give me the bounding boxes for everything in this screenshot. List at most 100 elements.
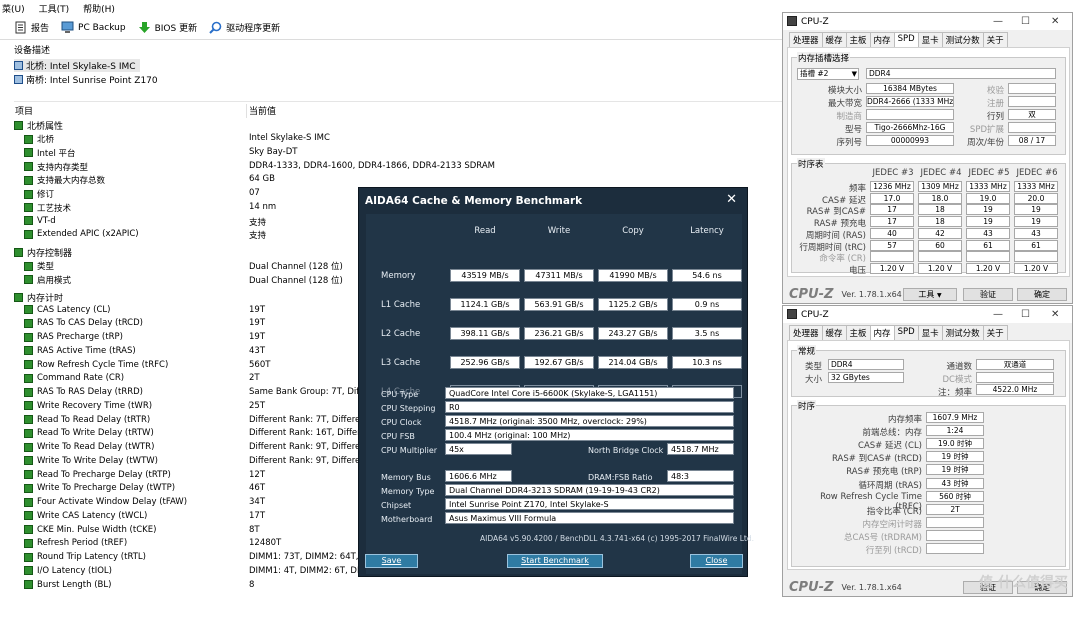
property-row[interactable]: 工艺技术	[24, 202, 71, 214]
property-row[interactable]: 北桥	[24, 133, 54, 145]
tab-cpu[interactable]: 处理器	[789, 325, 823, 340]
property-row[interactable]: RAS Active Time (tRAS)	[24, 346, 136, 356]
tab-bench[interactable]: 测试分数	[941, 325, 984, 340]
property-value: 17T	[249, 510, 266, 521]
tab-cpu[interactable]: 处理器	[789, 32, 823, 47]
property-icon	[24, 373, 33, 383]
property-row[interactable]: 支持内存类型	[24, 161, 88, 173]
property-row[interactable]: Read To Write Delay (tRTW)	[24, 428, 154, 438]
property-row[interactable]: Round Trip Latency (tRTL)	[24, 552, 146, 562]
cpu-clock-label: CPU Clock	[381, 418, 422, 427]
serial-label: 序列号	[836, 138, 862, 148]
minimize-icon[interactable]: —	[993, 309, 1003, 320]
minimize-icon[interactable]: —	[993, 16, 1003, 27]
property-row[interactable]: Write To Precharge Delay (tWTP)	[24, 483, 175, 493]
validate-button[interactable]: 验证	[963, 288, 1013, 301]
mem-timing-value: 19 时钟	[926, 451, 984, 463]
tab-mainboard[interactable]: 主板	[845, 325, 871, 340]
property-row[interactable]: RAS To CAS Delay (tRCD)	[24, 318, 143, 328]
tab-memory[interactable]: 内存	[869, 325, 895, 340]
max-bandwidth-value: DDR4-2666 (1333 MHz)	[866, 96, 954, 107]
property-row[interactable]: Read To Read Delay (tRTR)	[24, 415, 150, 425]
group-nb[interactable]: 北桥属性	[14, 119, 63, 132]
maximize-icon[interactable]: ☐	[1021, 309, 1030, 320]
save-button[interactable]: Save	[365, 554, 418, 568]
timing-cell: 1309 MHz	[918, 181, 962, 192]
property-icon	[24, 580, 33, 589]
checksum-label: 校验	[986, 86, 1004, 96]
chip-icon	[14, 61, 23, 70]
chevron-down-icon: ▼	[851, 70, 857, 78]
menu-tools[interactable]: 工具(T)	[39, 2, 70, 15]
property-row[interactable]: Write CAS Latency (tWCL)	[24, 511, 147, 521]
property-value: 64 GB	[249, 174, 275, 185]
property-row[interactable]: Command Rate (CR)	[24, 373, 124, 383]
report-button[interactable]: 报告	[14, 21, 49, 34]
bench-value-box: 1125.2 GB/s	[598, 298, 668, 311]
bios-update-button[interactable]: BIOS 更新	[138, 21, 197, 34]
start-benchmark-button[interactable]: Start Benchmark	[507, 554, 603, 568]
timing-cell: 1236 MHz	[870, 181, 914, 192]
property-row[interactable]: Burst Length (BL)	[24, 580, 111, 590]
property-row[interactable]: Write To Read Delay (tWTR)	[24, 442, 154, 452]
property-row[interactable]: CKE Min. Pulse Width (tCKE)	[24, 525, 156, 535]
cpuz-tab-body: 内存插槽选择 插槽 #2 ▼ DDR4 模块大小 16384 MBytes 校验 …	[787, 47, 1070, 277]
tools-button[interactable]: 工具 ▼	[903, 288, 957, 301]
property-row[interactable]: 启用模式	[24, 274, 71, 286]
close-icon[interactable]: ✕	[1051, 309, 1059, 320]
driver-update-button[interactable]: 驱动程序更新	[209, 21, 280, 34]
driver-update-label: 驱动程序更新	[226, 24, 281, 34]
tab-mainboard[interactable]: 主板	[845, 32, 871, 47]
property-row[interactable]: Refresh Period (tREF)	[24, 538, 127, 548]
property-value: 43T	[249, 345, 266, 356]
property-name: Write To Precharge Delay (tWTP)	[37, 483, 176, 494]
motherboard-value: Asus Maximus VIII Formula	[445, 512, 734, 524]
group-mc[interactable]: 内存控制器	[14, 246, 72, 259]
property-row[interactable]: 支持最大内存总数	[24, 174, 105, 186]
tab-memory[interactable]: 内存	[869, 32, 895, 47]
group-mt[interactable]: 内存计时	[14, 291, 63, 304]
timing-cell: 40	[870, 227, 914, 239]
property-row[interactable]: I/O Latency (tIOL)	[24, 566, 112, 576]
column-item[interactable]: 项目	[15, 104, 33, 117]
slot-select[interactable]: 插槽 #2 ▼	[797, 68, 859, 80]
bench-value-box: 3.5 ns	[672, 327, 742, 340]
close-icon[interactable]: ✕	[726, 192, 737, 207]
property-row[interactable]: 类型	[24, 260, 54, 272]
property-row[interactable]: Write To Write Delay (tWTW)	[24, 456, 158, 466]
column-value[interactable]: 当前值	[246, 104, 276, 118]
pc-backup-button[interactable]: PC Backup	[61, 21, 126, 34]
property-row[interactable]: CAS Latency (CL)	[24, 305, 110, 315]
mem-timing-value: 2T	[926, 503, 984, 515]
property-row[interactable]: Intel 平台	[24, 147, 76, 159]
property-row[interactable]: Row Refresh Cycle Time (tRFC)	[24, 360, 168, 370]
property-row[interactable]: Read To Precharge Delay (tRTP)	[24, 470, 171, 480]
maximize-icon[interactable]: ☐	[1021, 16, 1030, 27]
tab-graphics[interactable]: 显卡	[917, 325, 943, 340]
tab-spd[interactable]: SPD	[893, 32, 919, 47]
property-row[interactable]: Write Recovery Time (tWR)	[24, 401, 152, 411]
tab-cache[interactable]: 缓存	[821, 32, 847, 47]
tab-about[interactable]: 关于	[982, 325, 1008, 340]
menu-help[interactable]: 帮助(H)	[83, 2, 115, 15]
property-row[interactable]: 修订	[24, 188, 54, 200]
menu-view[interactable]: 菜(U)	[2, 2, 25, 15]
property-row[interactable]: Extended APIC (x2APIC)	[24, 229, 139, 239]
tab-graphics[interactable]: 显卡	[917, 32, 943, 47]
tab-bench[interactable]: 测试分数	[941, 32, 984, 47]
module-size-label: 模块大小	[827, 86, 862, 96]
device-southbridge[interactable]: 南桥: Intel Sunrise Point Z170	[14, 73, 158, 86]
property-name: 类型	[37, 262, 55, 272]
property-row[interactable]: RAS To RAS Delay (tRRD)	[24, 387, 143, 397]
close-button[interactable]: Close	[690, 554, 743, 568]
device-northbridge[interactable]: 北桥: Intel Skylake-S IMC	[14, 59, 140, 72]
tab-about[interactable]: 关于	[982, 32, 1008, 47]
property-value: 8	[249, 579, 255, 590]
property-row[interactable]: VT-d	[24, 216, 56, 226]
tab-cache[interactable]: 缓存	[821, 325, 847, 340]
property-row[interactable]: RAS Precharge (tRP)	[24, 332, 123, 342]
close-icon[interactable]: ✕	[1051, 16, 1059, 27]
property-row[interactable]: Four Activate Window Delay (tFAW)	[24, 497, 187, 507]
tab-spd[interactable]: SPD	[893, 325, 919, 340]
ok-button[interactable]: 确定	[1017, 288, 1067, 301]
